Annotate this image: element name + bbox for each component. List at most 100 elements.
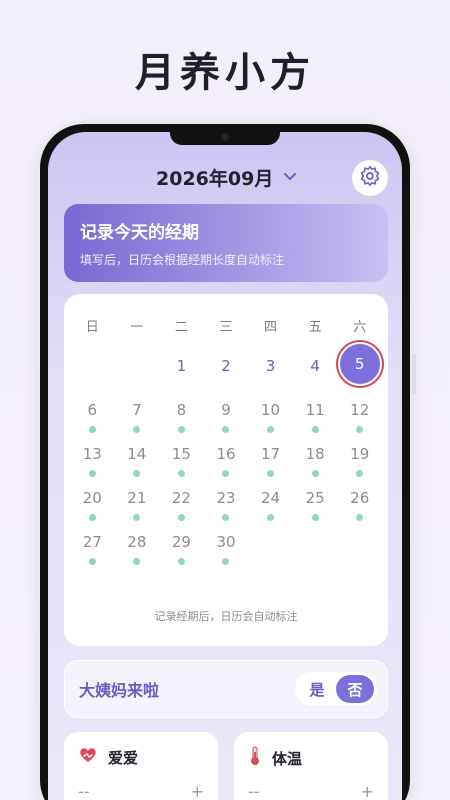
day-number: 23 bbox=[216, 489, 236, 507]
day-number: 22 bbox=[171, 489, 191, 507]
day-number: 4 bbox=[310, 357, 320, 375]
promo-title: 月养小方 bbox=[135, 50, 315, 96]
day-marker-dot bbox=[88, 558, 96, 565]
day-number: 24 bbox=[261, 489, 281, 507]
calendar-day[interactable]: 28 bbox=[115, 532, 160, 576]
day-number: 13 bbox=[82, 445, 102, 463]
month-picker[interactable]: 2026年09月 bbox=[156, 164, 297, 191]
calendar-day[interactable]: 1 bbox=[159, 356, 204, 400]
calendar-empty-cell bbox=[248, 532, 293, 576]
calendar-day[interactable]: 22 bbox=[159, 488, 204, 532]
app-screen: 2026年09月 记录今天的经期 填写后，日历会根据经期长度自动标注 日 一 二 三 四… bbox=[48, 132, 402, 800]
calendar-day[interactable]: 19 bbox=[337, 444, 382, 488]
calendar-day[interactable]: 2 bbox=[204, 356, 249, 400]
gear-icon bbox=[359, 165, 381, 191]
period-label: 大姨妈来啦 bbox=[79, 681, 160, 700]
day-number: 30 bbox=[216, 533, 236, 551]
calendar-day[interactable]: 8 bbox=[159, 400, 204, 444]
love-card[interactable]: 爱爱 -- + bbox=[64, 732, 218, 800]
calendar-day[interactable]: 26 bbox=[337, 488, 382, 532]
temp-minus[interactable]: -- bbox=[248, 782, 260, 800]
day-marker-dot bbox=[311, 426, 319, 433]
day-number: 11 bbox=[305, 401, 325, 419]
calendar-day[interactable]: 10 bbox=[248, 400, 293, 444]
day-number: 14 bbox=[127, 445, 147, 463]
chevron-down-icon bbox=[283, 170, 297, 186]
day-number: 19 bbox=[350, 445, 370, 463]
heart-icon bbox=[78, 746, 98, 768]
day-number: 6 bbox=[87, 401, 98, 419]
today-marker[interactable]: 5 bbox=[339, 344, 380, 384]
day-marker-dot bbox=[133, 558, 141, 565]
calendar-day[interactable]: 6 bbox=[70, 400, 115, 444]
day-number: 15 bbox=[171, 445, 191, 463]
toggle-yes[interactable]: 是 bbox=[298, 675, 336, 703]
period-toggle[interactable]: 是 否 bbox=[295, 672, 377, 706]
banner-subtitle: 填写后，日历会根据经期长度自动标注 bbox=[80, 253, 285, 267]
calendar: 日一二三四五六 1 2 3 4 5 6 7 8 9 10 11 12 13 14 15 16 17 18 19 20 21… bbox=[64, 294, 388, 646]
settings-button[interactable] bbox=[352, 160, 388, 196]
day-number: 9 bbox=[221, 401, 231, 419]
banner-title: 记录今天的经期 bbox=[80, 223, 199, 243]
day-marker-dot bbox=[133, 426, 141, 433]
calendar-day[interactable]: 27 bbox=[70, 532, 115, 576]
calendar-day[interactable]: 5 bbox=[337, 344, 382, 400]
calendar-day[interactable]: 15 bbox=[159, 444, 204, 488]
camera-dot bbox=[221, 133, 229, 141]
month-label: 2026年09月 bbox=[156, 168, 274, 190]
love-minus[interactable]: -- bbox=[78, 782, 90, 800]
calendar-day[interactable]: 18 bbox=[293, 444, 338, 488]
day-marker-dot bbox=[133, 514, 141, 521]
day-marker-dot bbox=[311, 514, 319, 521]
thermometer-icon bbox=[248, 746, 262, 770]
weekday-label: 四 bbox=[264, 320, 278, 335]
love-plus[interactable]: + bbox=[191, 782, 204, 800]
temp-card[interactable]: 体温 -- + bbox=[234, 732, 388, 800]
calendar-day[interactable]: 30 bbox=[204, 532, 249, 576]
day-marker-dot bbox=[267, 470, 275, 477]
weekday-label: 二 bbox=[174, 320, 188, 335]
calendar-day[interactable]: 23 bbox=[204, 488, 249, 532]
calendar-day[interactable]: 4 bbox=[293, 356, 338, 400]
calendar-day[interactable]: 12 bbox=[337, 400, 382, 444]
day-marker-dot bbox=[311, 470, 319, 477]
calendar-day[interactable]: 16 bbox=[204, 444, 249, 488]
calendar-day[interactable]: 21 bbox=[115, 488, 160, 532]
day-number: 28 bbox=[127, 533, 147, 551]
calendar-empty-cell bbox=[70, 356, 115, 400]
calendar-day[interactable]: 9 bbox=[204, 400, 249, 444]
calendar-day[interactable]: 13 bbox=[70, 444, 115, 488]
weekday-label: 日 bbox=[85, 320, 99, 335]
day-number: 1 bbox=[176, 357, 187, 375]
day-marker-dot bbox=[88, 470, 96, 477]
calendar-empty-cell bbox=[115, 356, 160, 400]
temp-plus[interactable]: + bbox=[361, 782, 374, 800]
day-marker-dot bbox=[222, 514, 230, 521]
calendar-day[interactable]: 17 bbox=[248, 444, 293, 488]
record-period-banner[interactable]: 记录今天的经期 填写后，日历会根据经期长度自动标注 bbox=[64, 204, 388, 282]
day-marker-dot bbox=[88, 514, 96, 521]
calendar-day[interactable]: 11 bbox=[293, 400, 338, 444]
day-marker-dot bbox=[177, 514, 185, 521]
calendar-day[interactable]: 7 bbox=[115, 400, 160, 444]
day-marker-dot bbox=[177, 470, 185, 477]
calendar-day[interactable]: 24 bbox=[248, 488, 293, 532]
day-number: 16 bbox=[216, 445, 236, 463]
day-marker-dot bbox=[356, 514, 364, 521]
calendar-day[interactable]: 29 bbox=[159, 532, 204, 576]
toggle-no[interactable]: 否 bbox=[336, 675, 374, 703]
calendar-day[interactable]: 20 bbox=[70, 488, 115, 532]
day-number: 21 bbox=[127, 489, 147, 507]
calendar-day[interactable]: 25 bbox=[293, 488, 338, 532]
calendar-empty-cell bbox=[293, 532, 338, 576]
day-number: 26 bbox=[350, 489, 370, 507]
calendar-day[interactable]: 3 bbox=[248, 356, 293, 400]
day-number: 12 bbox=[350, 401, 370, 419]
day-number: 25 bbox=[305, 489, 325, 507]
day-marker-dot bbox=[356, 470, 364, 477]
day-number: 27 bbox=[82, 533, 102, 551]
calendar-day[interactable]: 14 bbox=[115, 444, 160, 488]
temp-label: 体温 bbox=[272, 749, 303, 768]
weekday-label: 一 bbox=[130, 320, 144, 335]
day-marker-dot bbox=[133, 470, 141, 477]
